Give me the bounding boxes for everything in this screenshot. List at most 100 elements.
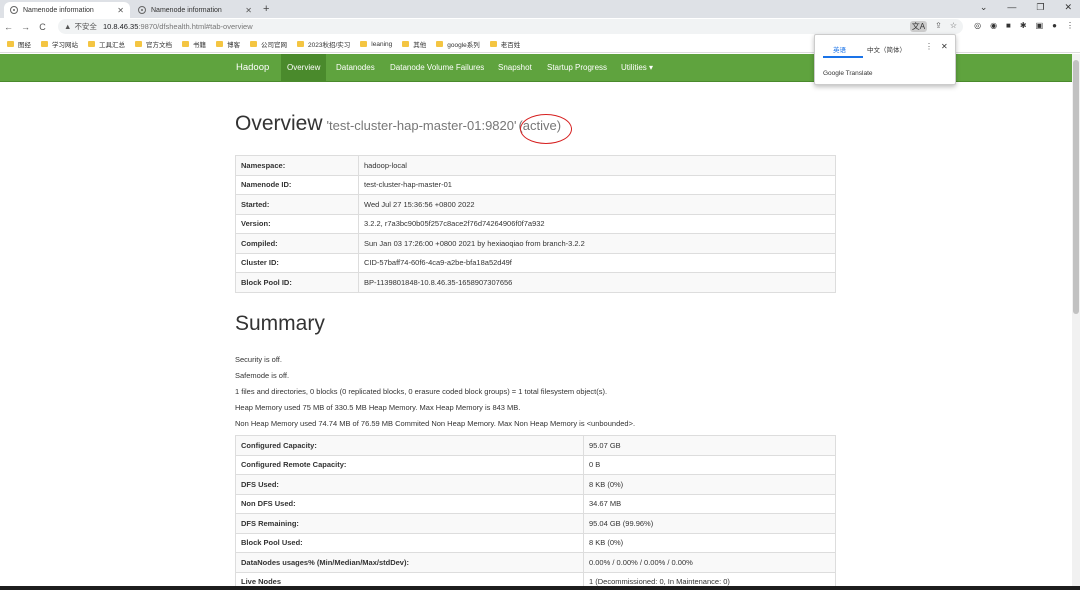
row-value: 95.04 GB (99.96%): [583, 513, 836, 534]
translate-target-lang[interactable]: 中文（简体）: [867, 44, 906, 54]
bookmark-folder[interactable]: google系列: [436, 39, 480, 49]
close-icon[interactable]: ✕: [117, 6, 124, 15]
close-icon[interactable]: ✕: [245, 6, 252, 15]
extension-icon[interactable]: ■: [1006, 21, 1011, 30]
translate-brand: Google Translate: [823, 70, 873, 77]
table-row: DFS Used: 8 KB (0%): [235, 474, 836, 495]
new-tab-button[interactable]: +: [263, 3, 269, 15]
kebab-menu-icon[interactable]: ⋮: [1066, 21, 1074, 30]
folder-icon: [250, 41, 257, 47]
back-icon[interactable]: ←: [0, 22, 17, 32]
row-key: Version:: [235, 213, 359, 234]
non-heap-memory: Non Heap Memory used 74.74 MB of 76.59 M…: [235, 419, 636, 428]
taskbar-strip: [0, 586, 1080, 590]
extension-icon[interactable]: ◎: [974, 21, 981, 30]
restore-icon[interactable]: ❐: [1036, 2, 1044, 13]
row-key: Namenode ID:: [235, 174, 359, 195]
row-value: hadoop-local: [358, 155, 836, 176]
scrollbar-thumb[interactable]: [1073, 60, 1079, 314]
nav-overview[interactable]: Overview: [281, 54, 327, 82]
table-row: Block Pool ID: BP-1139801848-10.8.46.35-1…: [235, 272, 836, 293]
row-value: 8 KB (0%): [583, 474, 836, 495]
translate-icon[interactable]: 文A: [909, 21, 928, 32]
address-bar[interactable]: ▲ 不安全 10.8.46.35 :9870/dfshealth.html#ta…: [58, 19, 963, 34]
table-row: Configured Capacity: 95.07 GB: [235, 435, 836, 456]
side-panel-icon[interactable]: ▣: [1036, 21, 1044, 30]
row-key: DFS Used:: [235, 474, 584, 495]
browser-tab-2[interactable]: Namenode information ✕: [132, 2, 258, 18]
overview-title: Overview: [235, 112, 323, 135]
share-icon[interactable]: ⇪: [935, 21, 942, 32]
nav-utilities[interactable]: Utilities ▾: [615, 54, 659, 82]
overview-heading: Overview'test-cluster-hap-master-01:9820…: [235, 112, 561, 136]
kebab-menu-icon[interactable]: ⋮: [925, 42, 933, 51]
row-key: Block Pool ID:: [235, 272, 359, 293]
table-row: DataNodes usages% (Min/Median/Max/stdDev…: [235, 552, 836, 573]
insecure-label: 不安全: [74, 22, 97, 31]
row-key: Compiled:: [235, 233, 359, 254]
bookmark-folder[interactable]: 博客: [216, 39, 240, 49]
table-row: Non DFS Used: 34.67 MB: [235, 493, 836, 514]
bookmark-folder[interactable]: 2023秋招/实习: [297, 39, 350, 49]
capacity-table: Configured Capacity: 95.07 GB Configured …: [235, 435, 836, 590]
row-key: Cluster ID:: [235, 252, 359, 273]
table-row: Namenode ID: test-cluster-hap-master-01: [235, 174, 836, 195]
bookmark-folder[interactable]: 官方文档: [135, 39, 172, 49]
row-key: Configured Capacity:: [235, 435, 584, 456]
brand-logo[interactable]: Hadoop: [236, 54, 269, 82]
bookmark-folder[interactable]: 学习网站: [41, 39, 78, 49]
nav-datanodes[interactable]: Datanodes: [330, 54, 381, 82]
bookmark-folder[interactable]: 其他: [402, 39, 426, 49]
url-path: :9870/dfshealth.html#tab-overview: [138, 22, 253, 31]
extension-icons: ◎ ◉ ■ ✱ ▣ ● ⋮: [974, 21, 1074, 30]
row-key: Started:: [235, 194, 359, 215]
translate-source-lang[interactable]: 英语: [833, 44, 846, 54]
bookmark-star-icon[interactable]: ☆: [950, 21, 957, 32]
bookmark-folder[interactable]: 图经: [7, 39, 31, 49]
row-value: 0.00% / 0.00% / 0.00% / 0.00%: [583, 552, 836, 573]
row-key: Non DFS Used:: [235, 493, 584, 514]
safemode-status: Safemode is off.: [235, 371, 290, 380]
browser-tab-strip: Namenode information ✕ Namenode informat…: [0, 0, 1080, 18]
row-key: DFS Remaining:: [235, 513, 584, 534]
nav-snapshot[interactable]: Snapshot: [492, 54, 538, 82]
row-key: Configured Remote Capacity:: [235, 454, 584, 475]
row-value: 0 B: [583, 454, 836, 475]
minimize-icon[interactable]: —: [1007, 2, 1016, 13]
extension-icon[interactable]: ◉: [990, 21, 997, 30]
tab-title: Namenode information: [151, 6, 222, 14]
browser-tab-1[interactable]: Namenode information ✕: [4, 2, 130, 18]
profile-avatar-icon[interactable]: ●: [1052, 21, 1057, 30]
bookmark-folder[interactable]: leaning: [360, 41, 392, 48]
forward-icon[interactable]: →: [17, 22, 34, 32]
table-row: Namespace: hadoop-local: [235, 155, 836, 176]
bookmark-folder[interactable]: 书籍: [182, 39, 206, 49]
row-value: 3.2.2, r7a3bc90b05f257c8ace2f76d74264906…: [358, 213, 836, 234]
nav-startup-progress[interactable]: Startup Progress: [541, 54, 613, 82]
bookmark-folder[interactable]: 工具汇总: [88, 39, 125, 49]
reload-icon[interactable]: C: [34, 22, 51, 32]
bookmark-folder[interactable]: 公司官网: [250, 39, 287, 49]
overview-table: Namespace: hadoop-local Namenode ID: test-…: [235, 155, 836, 293]
folder-icon: [41, 41, 48, 47]
annotation-circle: [520, 114, 572, 144]
row-value: Sun Jan 03 17:26:00 +0800 2021 by hexiao…: [358, 233, 836, 254]
heap-memory: Heap Memory used 75 MB of 330.5 MB Heap …: [235, 403, 521, 412]
row-key: Namespace:: [235, 155, 359, 176]
puzzle-icon[interactable]: ✱: [1020, 21, 1027, 30]
table-row: Configured Remote Capacity: 0 B: [235, 454, 836, 475]
close-icon[interactable]: ✕: [941, 42, 948, 51]
nav-datanode-volume-failures[interactable]: Datanode Volume Failures: [384, 54, 490, 82]
folder-icon: [216, 41, 223, 47]
summary-heading: Summary: [235, 312, 325, 335]
row-value: CID-57baff74-60f6-4ca9-a2be-bfa18a52d49f: [358, 252, 836, 273]
page-scrollbar[interactable]: [1072, 54, 1080, 590]
bookmark-folder[interactable]: 老百姓: [489, 39, 520, 49]
row-value: 95.07 GB: [583, 435, 836, 456]
table-row: DFS Remaining: 95.04 GB (99.96%): [235, 513, 836, 534]
folder-icon: [182, 41, 189, 47]
tab-search-icon[interactable]: ⌄: [980, 2, 988, 13]
close-window-icon[interactable]: ✕: [1064, 2, 1072, 13]
folder-icon: [88, 41, 95, 47]
folder-icon: [7, 41, 14, 47]
